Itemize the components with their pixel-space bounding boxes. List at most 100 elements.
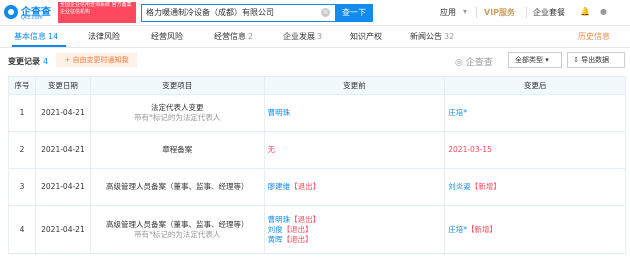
type-filter-dropdown[interactable]: 全部类型 ▾ bbox=[508, 52, 562, 68]
tab-basic-info[interactable]: 基本信息 14 bbox=[14, 31, 58, 42]
export-label: 导出数据 bbox=[581, 56, 610, 64]
section-count: 4 bbox=[43, 57, 49, 66]
before-entry: 曹明珠【退出】 bbox=[268, 215, 442, 225]
item-note: 带有*标记的为法定代表人 bbox=[134, 229, 221, 239]
item-text: 高级管理人员备案（董事、监事、经理等） bbox=[106, 182, 249, 191]
row-item: 法定代表人变更 带有*标记的为法定代表人 bbox=[89, 94, 265, 132]
export-button[interactable]: ⇩ 导出数据 bbox=[567, 52, 625, 68]
nav-divider bbox=[476, 7, 477, 18]
clear-search-icon[interactable]: × bbox=[321, 8, 330, 17]
bell-icon[interactable]: 🔔 bbox=[580, 7, 590, 16]
person-link[interactable]: 曹明珠 bbox=[268, 108, 291, 117]
credit-badge: 全国企业信用查询系统 官方备案企业征信机构 bbox=[58, 2, 136, 23]
tab-operating-risk[interactable]: 经营风险 bbox=[151, 31, 183, 42]
header-before: 变更前 bbox=[263, 76, 446, 95]
filter-label: 全部类型 bbox=[515, 56, 543, 64]
search-input[interactable]: 格力暖通制冷设备（成都）有限公司 bbox=[141, 4, 335, 22]
item-text: 法定代表人变更 bbox=[151, 103, 204, 112]
row-date: 2021-04-21 bbox=[34, 168, 91, 206]
tab-count: 2 bbox=[248, 32, 254, 41]
tab-label: 基本信息 bbox=[14, 32, 46, 41]
item-text: 高级管理人员备案（董事、监事、经理等） bbox=[106, 219, 249, 229]
tab-count: 3 bbox=[317, 32, 323, 41]
tab-news[interactable]: 新闻公告 32 bbox=[410, 31, 454, 42]
status-tag: 【退出】 bbox=[282, 234, 313, 244]
tab-history[interactable]: 历史信息 bbox=[578, 31, 610, 42]
user-icon[interactable]: ● bbox=[600, 7, 607, 16]
row-index: 3 bbox=[8, 168, 36, 206]
row-item: 章程备案 bbox=[89, 131, 265, 169]
person-link[interactable]: 刘俊 bbox=[268, 225, 283, 234]
nav-apps[interactable]: 应用 bbox=[440, 7, 456, 18]
logo-subtext: Qcc.com bbox=[21, 15, 43, 21]
tab-ip[interactable]: 知识产权 bbox=[350, 31, 382, 42]
row-index: 4 bbox=[8, 205, 36, 254]
person-link[interactable]: 廖建维 bbox=[268, 182, 291, 191]
tab-count: 14 bbox=[48, 32, 59, 41]
change-records-header: 变更记录 4 + 自由变更时通知我 ◎ 企查查 全部类型 ▾ ⇩ 导出数据 bbox=[0, 50, 630, 72]
status-tag: 【新增】 bbox=[470, 182, 501, 191]
chevron-down-icon: ▾ bbox=[463, 7, 468, 16]
row-before: 曹明珠【退出】 刘俊【退出】 黄晖【退出】 bbox=[263, 205, 446, 254]
table-header-row: 序号 变更日期 变更项目 变更前 变更后 bbox=[8, 76, 626, 95]
tab-label: 经营风险 bbox=[151, 32, 183, 41]
tab-label: 法律风险 bbox=[88, 32, 120, 41]
row-item: 高级管理人员备案（董事、监事、经理等） bbox=[89, 168, 265, 206]
logo-icon bbox=[4, 5, 18, 19]
row-date: 2021-04-21 bbox=[34, 205, 91, 254]
before-entry: 刘俊【退出】 bbox=[268, 225, 442, 235]
person-link[interactable]: 庄培* bbox=[448, 108, 467, 117]
person-link[interactable]: 刘炎姿 bbox=[448, 182, 471, 191]
row-item: 高级管理人员备案（董事、监事、经理等） 带有*标记的为法定代表人 bbox=[89, 205, 265, 254]
nav-vip[interactable]: VIP服务 bbox=[484, 7, 515, 18]
section-title-text: 变更记录 bbox=[8, 57, 40, 66]
watermark-logo: ◎ 企查查 bbox=[455, 58, 493, 68]
change-records-table: 序号 变更日期 变更项目 变更前 变更后 1 2021-04-21 法定代表人变… bbox=[8, 76, 626, 254]
section-title: 变更记录 4 bbox=[8, 56, 48, 67]
row-date: 2021-04-21 bbox=[34, 94, 91, 132]
tab-development[interactable]: 企业发展 3 bbox=[283, 31, 322, 42]
row-date: 2021-04-21 bbox=[34, 131, 91, 169]
tab-label: 经营信息 bbox=[214, 32, 246, 41]
nav-divider bbox=[526, 7, 527, 18]
watermark-text: 企查查 bbox=[465, 58, 493, 68]
search-button[interactable]: 查一下 bbox=[335, 4, 373, 22]
status-tag: 【新增】 bbox=[467, 224, 498, 234]
before-entry: 黄晖【退出】 bbox=[268, 235, 442, 245]
item-note: 带有*标记的为法定代表人 bbox=[134, 113, 221, 122]
row-after: 庄培* bbox=[444, 94, 626, 132]
header-date: 变更日期 bbox=[34, 76, 91, 95]
table-row: 3 2021-04-21 高级管理人员备案（董事、监事、经理等） 廖建维【退出】… bbox=[8, 168, 626, 206]
item-text: 章程备案 bbox=[162, 145, 193, 154]
tab-label: 历史信息 bbox=[578, 32, 610, 41]
table-row: 4 2021-04-21 高级管理人员备案（董事、监事、经理等） 带有*标记的为法… bbox=[8, 205, 626, 254]
company-tabs: 基本信息 14 法律风险 经营风险 经营信息 2 企业发展 3 知识产权 新闻公告 32… bbox=[0, 28, 630, 48]
notify-on-change-button[interactable]: + 自由变更时通知我 bbox=[56, 53, 137, 67]
tab-label: 新闻公告 bbox=[410, 32, 442, 41]
tab-legal-risk[interactable]: 法律风险 bbox=[88, 31, 120, 42]
header-item: 变更项目 bbox=[89, 76, 265, 95]
tab-label: 知识产权 bbox=[350, 32, 382, 41]
header-index: 序号 bbox=[8, 76, 36, 95]
person-link[interactable]: 曹明珠 bbox=[268, 215, 291, 224]
status-tag: 【退出】 bbox=[290, 182, 321, 191]
nav-packages[interactable]: 企业套餐 bbox=[533, 7, 565, 18]
row-before: 廖建维【退出】 bbox=[263, 168, 446, 206]
status-tag: 【退出】 bbox=[282, 224, 313, 234]
top-bar: 企查查 Qcc.com 全国企业信用查询系统 官方备案企业征信机构 格力暖通制冷… bbox=[0, 0, 630, 26]
tab-operating-info[interactable]: 经营信息 2 bbox=[214, 31, 253, 42]
person-link[interactable]: 庄培* bbox=[448, 225, 467, 234]
table-row: 2 2021-04-21 章程备案 无 2021-03-15 bbox=[8, 131, 626, 169]
row-before: 无 bbox=[263, 131, 446, 169]
row-after: 刘炎姿【新增】 bbox=[444, 168, 626, 206]
tab-label: 企业发展 bbox=[283, 32, 315, 41]
person-link[interactable]: 黄晖 bbox=[268, 235, 283, 244]
row-index: 2 bbox=[8, 131, 36, 169]
download-icon: ⇩ bbox=[573, 56, 579, 64]
status-tag: 【退出】 bbox=[290, 214, 321, 224]
chevron-down-icon: ▾ bbox=[545, 56, 549, 64]
before-value: 无 bbox=[267, 145, 276, 154]
row-after: 庄培*【新增】 bbox=[444, 205, 626, 254]
row-index: 1 bbox=[8, 94, 36, 132]
site-logo[interactable]: 企查查 Qcc.com bbox=[4, 3, 54, 23]
